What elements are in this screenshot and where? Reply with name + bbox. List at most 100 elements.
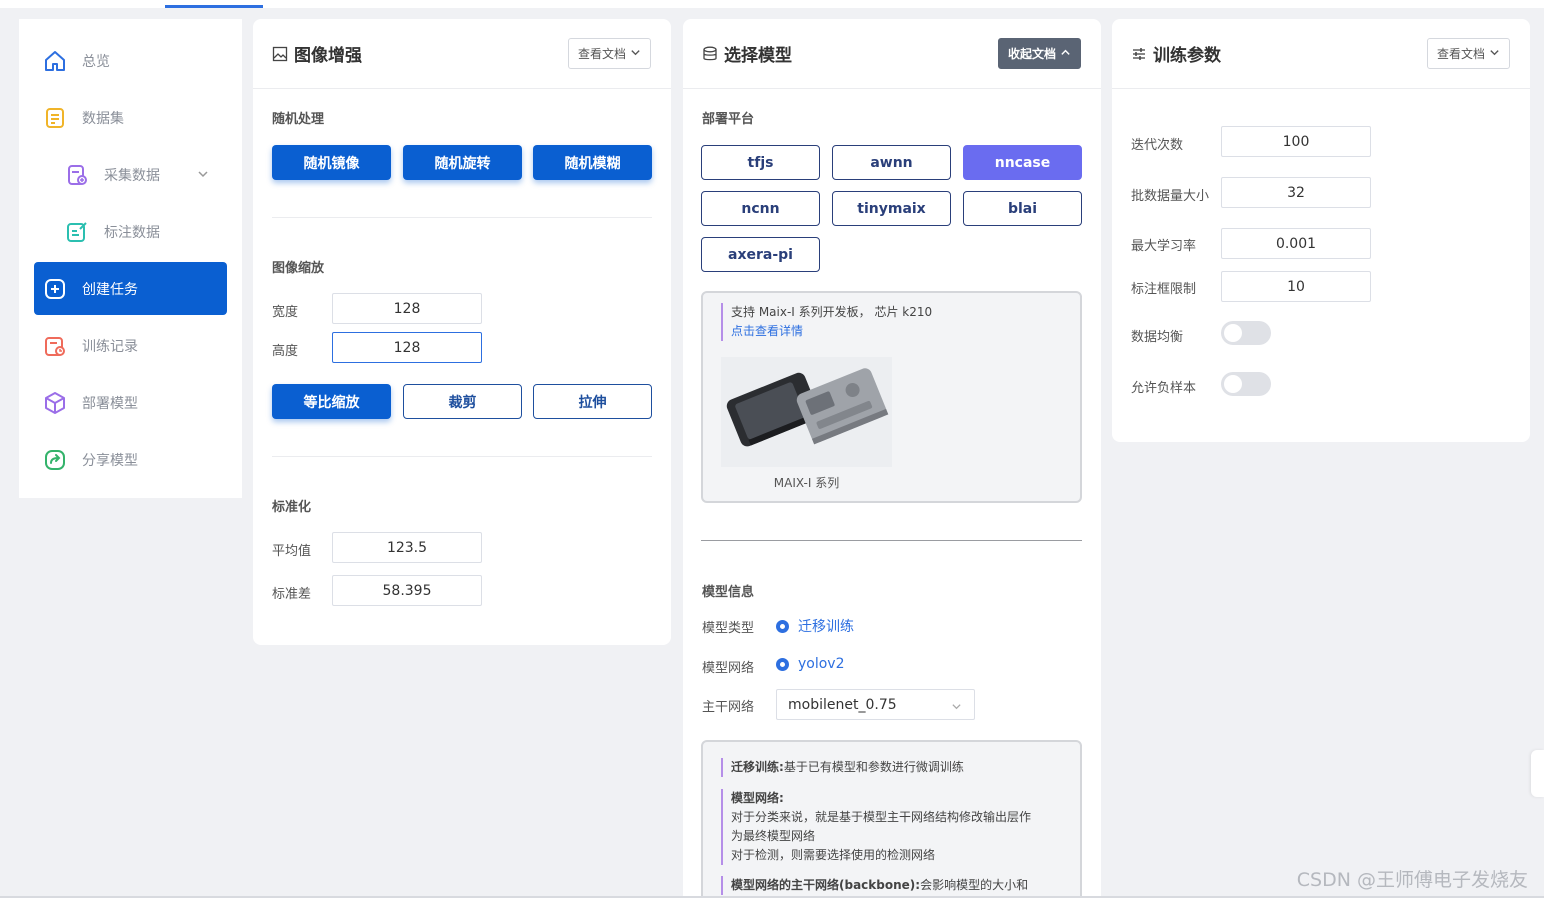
chevron-down-icon bbox=[951, 700, 962, 716]
backbone-label: 主干网络 bbox=[702, 700, 755, 715]
watermark: CSDN @王师傅电子发烧友 bbox=[1296, 869, 1528, 891]
board-image bbox=[721, 357, 892, 467]
sidebar-item-label: 总览 bbox=[82, 53, 110, 70]
mean-label: 平均值 bbox=[272, 544, 312, 559]
radio-selected-icon bbox=[776, 619, 789, 633]
sidebar-item-label: 分享模型 bbox=[82, 452, 138, 469]
balance-toggle[interactable] bbox=[1221, 321, 1271, 345]
plus-square-icon bbox=[42, 276, 68, 302]
model-type-label: 模型类型 bbox=[702, 621, 755, 636]
augment-card-header: 图像增强 查看文档 bbox=[253, 19, 671, 89]
database-icon bbox=[702, 45, 720, 63]
platform-info-quote: 支持 Maix-I 系列开发板， 芯片 k210 点击查看详情 bbox=[721, 303, 1061, 341]
model-net-label: 模型网络 bbox=[702, 661, 755, 676]
document-icon bbox=[42, 105, 68, 131]
model-card-header: 选择模型 收起文档 bbox=[683, 19, 1101, 89]
lr-input[interactable]: 0.001 bbox=[1221, 228, 1371, 259]
train-title: 训练参数 bbox=[1131, 41, 1221, 66]
chevron-down-icon bbox=[630, 47, 641, 61]
model-title: 选择模型 bbox=[702, 41, 792, 66]
sidebar-item-deploy-model[interactable]: 部署模型 bbox=[34, 376, 227, 429]
sidebar-item-share-model[interactable]: 分享模型 bbox=[34, 433, 227, 486]
height-label: 高度 bbox=[272, 344, 299, 359]
chevron-up-icon bbox=[1060, 47, 1071, 61]
backbone-select[interactable]: mobilenet_0.75 bbox=[776, 689, 975, 720]
width-input[interactable]: 128 bbox=[332, 293, 482, 324]
top-bar bbox=[0, 0, 1544, 8]
platform-awnn[interactable]: awnn bbox=[832, 145, 951, 180]
divider bbox=[272, 456, 652, 457]
model-net-radio[interactable]: yolov2 bbox=[776, 656, 845, 672]
share-icon bbox=[42, 447, 68, 473]
record-icon bbox=[42, 333, 68, 359]
stretch-button[interactable]: 拉伸 bbox=[533, 384, 652, 419]
bbox-limit-input[interactable]: 10 bbox=[1221, 271, 1371, 302]
random-mirror-button[interactable]: 随机镜像 bbox=[272, 145, 391, 180]
side-float-tab[interactable] bbox=[1531, 750, 1544, 797]
divider bbox=[272, 217, 652, 218]
batch-input[interactable]: 32 bbox=[1221, 177, 1371, 208]
chevron-down-icon bbox=[1489, 47, 1500, 61]
model-notes-box: 迁移训练:基于已有模型和参数进行微调训练 模型网络: 对于分类来说，就是基于模型… bbox=[701, 740, 1082, 898]
view-docs-button[interactable]: 查看文档 bbox=[568, 38, 652, 69]
width-label: 宽度 bbox=[272, 305, 299, 320]
sidebar-item-annotate-data[interactable]: 标注数据 bbox=[34, 205, 227, 258]
platform-tfjs[interactable]: tfjs bbox=[701, 145, 820, 180]
platform-blai[interactable]: blai bbox=[963, 191, 1082, 226]
sidebar-item-dataset[interactable]: 数据集 bbox=[34, 91, 227, 144]
random-blur-button[interactable]: 随机模糊 bbox=[533, 145, 652, 180]
sidebar-item-label: 创建任务 bbox=[82, 281, 138, 298]
chevron-down-icon[interactable] bbox=[197, 168, 209, 184]
model-card: 选择模型 收起文档 部署平台 tfjs awnn nncase ncnn tin… bbox=[683, 19, 1101, 898]
platform-ncnn[interactable]: ncnn bbox=[701, 191, 820, 226]
negative-toggle[interactable] bbox=[1221, 372, 1271, 396]
std-input[interactable]: 58.395 bbox=[332, 575, 482, 606]
keep-ratio-button[interactable]: 等比缩放 bbox=[272, 384, 391, 419]
sidebar-item-label: 标注数据 bbox=[104, 224, 160, 241]
sidebar-item-overview[interactable]: 总览 bbox=[34, 34, 227, 87]
train-card: 训练参数 查看文档 迭代次数 100 批数据量大小 32 最大学习率 0.001… bbox=[1112, 19, 1530, 442]
platform-section-title: 部署平台 bbox=[702, 112, 755, 127]
platform-nncase[interactable]: nncase bbox=[963, 145, 1082, 180]
model-type-radio[interactable]: 迁移训练 bbox=[776, 616, 854, 636]
sidebar-item-training-records[interactable]: 训练记录 bbox=[34, 319, 227, 372]
bbox-limit-label: 标注框限制 bbox=[1131, 282, 1197, 297]
platform-info-box: 支持 Maix-I 系列开发板， 芯片 k210 点击查看详情 MAIX-I 系… bbox=[701, 291, 1082, 503]
model-info-title: 模型信息 bbox=[702, 585, 755, 600]
view-docs-button[interactable]: 查看文档 bbox=[1427, 38, 1511, 69]
collapse-docs-button[interactable]: 收起文档 bbox=[998, 38, 1082, 69]
platform-info-text: 支持 Maix-I 系列开发板， 芯片 k210 bbox=[731, 305, 933, 319]
scale-section-title: 图像缩放 bbox=[272, 261, 325, 276]
sidebar-item-collect-data[interactable]: 采集数据 bbox=[34, 148, 227, 201]
sidebar-item-label: 采集数据 bbox=[104, 167, 160, 184]
note-backbone: 模型网络的主干网络(backbone):会影响模型的大小和 bbox=[721, 876, 1071, 895]
height-input[interactable]: 128 bbox=[332, 332, 482, 363]
sidebar: 总览 数据集 采集数据 标注数据 创建任务 训练记录 部署模型 分享模型 bbox=[19, 19, 242, 498]
platform-axera-pi[interactable]: axera-pi bbox=[701, 237, 820, 272]
balance-label: 数据均衡 bbox=[1131, 330, 1184, 345]
random-section-title: 随机处理 bbox=[272, 112, 325, 127]
sliders-icon bbox=[1131, 45, 1149, 63]
sidebar-item-label: 部署模型 bbox=[82, 395, 138, 412]
random-rotate-button[interactable]: 随机旋转 bbox=[403, 145, 522, 180]
platform-tinymaix[interactable]: tinymaix bbox=[832, 191, 951, 226]
norm-section-title: 标准化 bbox=[272, 500, 312, 515]
radio-selected-icon bbox=[776, 657, 789, 671]
mean-input[interactable]: 123.5 bbox=[332, 532, 482, 563]
std-label: 标准差 bbox=[272, 587, 312, 602]
note-transfer: 迁移训练:基于已有模型和参数进行微调训练 bbox=[721, 758, 1071, 777]
epochs-input[interactable]: 100 bbox=[1221, 126, 1371, 157]
negative-label: 允许负样本 bbox=[1131, 381, 1197, 396]
toggle-knob bbox=[1224, 324, 1242, 342]
home-icon bbox=[42, 48, 68, 74]
augment-title: 图像增强 bbox=[272, 41, 362, 66]
sidebar-item-create-task[interactable]: 创建任务 bbox=[34, 262, 227, 315]
image-icon bbox=[272, 45, 290, 63]
epochs-label: 迭代次数 bbox=[1131, 138, 1184, 153]
lr-label: 最大学习率 bbox=[1131, 239, 1197, 254]
platform-detail-link[interactable]: 点击查看详情 bbox=[731, 322, 1061, 341]
collect-icon bbox=[64, 162, 90, 188]
crop-button[interactable]: 裁剪 bbox=[403, 384, 522, 419]
toggle-knob bbox=[1224, 375, 1242, 393]
active-tab-indicator bbox=[165, 5, 263, 8]
